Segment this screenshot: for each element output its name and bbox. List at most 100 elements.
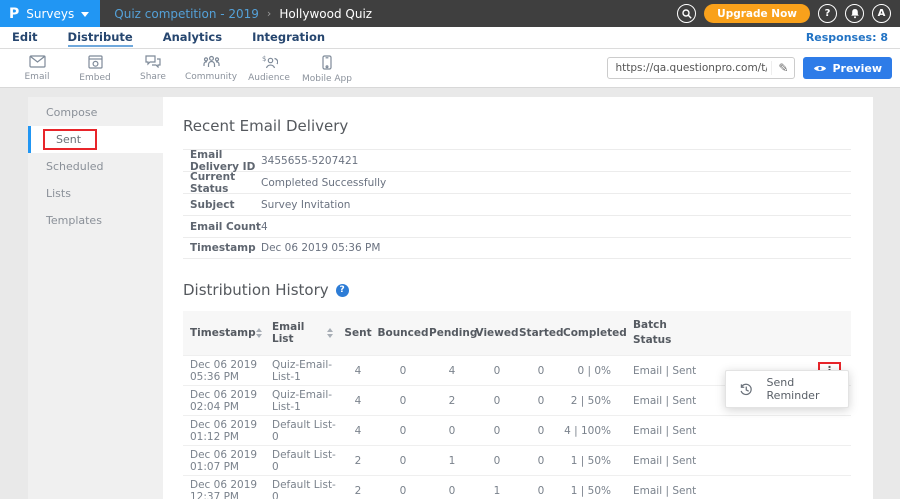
cell-value: 4 (355, 425, 362, 437)
sort-icon[interactable] (327, 328, 333, 338)
cell-timestamp: Dec 06 2019 01:12 PM (183, 419, 265, 443)
product-menu-label: Surveys (26, 7, 74, 21)
community-icon (203, 55, 220, 71)
cell-batch-status: Email | Sent (625, 425, 851, 437)
account-avatar[interactable]: A (872, 4, 891, 23)
cell-value: Email | Sent (633, 365, 696, 377)
send-reminder-menu-item[interactable]: Send Reminder (767, 376, 848, 402)
cell-value: Quiz-Email-List-1 (272, 389, 332, 413)
channel-label: Community (185, 72, 237, 82)
column-header-timestamp[interactable]: Timestamp (183, 327, 265, 339)
detail-label: Email Delivery ID (183, 149, 261, 173)
delivery-detail-row: Current StatusCompleted Successfully (183, 171, 851, 193)
cell-pending: 4 (429, 365, 475, 377)
cell-sent: 2 (339, 455, 377, 467)
cell-value: 0 (494, 395, 501, 407)
cell-value: Default List-0 (272, 419, 336, 443)
tab-analytics[interactable]: Analytics (163, 28, 222, 47)
distribution-table-row: Dec 06 2019 12:37 PMDefault List-0200101… (183, 475, 851, 499)
column-header-label: Bounced (377, 327, 428, 339)
survey-nav-items: Edit Distribute Analytics Integration (12, 28, 806, 47)
cell-batch-status: Email | Sent (625, 455, 851, 467)
cell-value: 2 (449, 395, 456, 407)
recent-delivery-title: Recent Email Delivery (183, 117, 851, 135)
breadcrumb: Quiz competition - 2019 › Hollywood Quiz (114, 7, 677, 21)
help-button[interactable]: ? (818, 4, 837, 23)
cell-value: 0 (538, 395, 545, 407)
sort-icon[interactable] (256, 328, 262, 338)
cell-value: 4 (355, 365, 362, 377)
tab-distribute[interactable]: Distribute (68, 28, 133, 47)
column-header-started: Started (519, 327, 563, 339)
column-header-viewed: Viewed (475, 327, 519, 339)
breadcrumb-survey-name: Hollywood Quiz (279, 7, 372, 21)
channel-audience[interactable]: $Audience (240, 53, 298, 84)
column-header-label: Batch Status (633, 318, 679, 347)
cell-viewed: 0 (475, 395, 519, 407)
cell-value: 1 | 50% (571, 455, 611, 467)
cell-timestamp: Dec 06 2019 02:04 PM (183, 389, 265, 413)
distribution-help-icon[interactable]: ? (336, 284, 349, 297)
delivery-detail-row: Email Count4 (183, 215, 851, 237)
sidebar-item-label: Templates (46, 214, 102, 227)
breadcrumb-folder-link[interactable]: Quiz competition - 2019 (114, 7, 259, 21)
cell-completed: 1 | 50% (563, 455, 625, 467)
tab-edit[interactable]: Edit (12, 28, 38, 47)
sidebar-item-lists[interactable]: Lists (28, 180, 163, 207)
tab-integration[interactable]: Integration (252, 28, 325, 47)
cell-bounced: 0 (377, 395, 429, 407)
cell-value: Email | Sent (633, 485, 696, 497)
responses-count[interactable]: Responses: 8 (806, 31, 888, 44)
survey-url-input[interactable] (608, 62, 771, 74)
channel-email[interactable]: Email (8, 53, 66, 84)
preview-button[interactable]: Preview (803, 57, 892, 79)
delivery-detail-row: Email Delivery ID3455655-5207421 (183, 149, 851, 171)
sidebar-item-label: Scheduled (46, 160, 104, 173)
cell-bounced: 0 (377, 485, 429, 497)
cell-sent: 4 (339, 395, 377, 407)
channel-community[interactable]: Community (182, 53, 240, 84)
distribution-table-header-row: TimestampEmail ListSentBouncedPendingVie… (183, 311, 851, 355)
detail-value: 3455655-5207421 (261, 155, 358, 167)
cell-value: Default List-0 (272, 449, 336, 473)
detail-value: 4 (261, 221, 268, 233)
cell-value: 2 (355, 455, 362, 467)
notifications-button[interactable] (845, 4, 864, 23)
cell-value: 0 (449, 485, 456, 497)
channel-share[interactable]: Share (124, 53, 182, 84)
cell-value: 0 (494, 365, 501, 377)
distribute-toolbar: EmailEmbedShareCommunity$AudienceMobile … (0, 49, 900, 88)
sidebar-item-scheduled[interactable]: Scheduled (28, 153, 163, 180)
column-header-pending: Pending (429, 327, 475, 339)
sidebar-item-sent[interactable]: Sent (28, 126, 163, 153)
sidebar-item-label: Lists (46, 187, 71, 200)
main-panel: Recent Email Delivery Email Delivery ID3… (163, 97, 873, 499)
cell-viewed: 0 (475, 425, 519, 437)
cell-sent: 4 (339, 425, 377, 437)
channel-embed[interactable]: Embed (66, 53, 124, 84)
cell-bounced: 0 (377, 425, 429, 437)
cell-email-list: Default List-0 (265, 479, 339, 499)
cell-value: 4 (449, 365, 456, 377)
upgrade-now-button[interactable]: Upgrade Now (704, 4, 810, 23)
cell-value: Quiz-Email-List-1 (272, 359, 332, 383)
distribution-table-row: Dec 06 2019 01:07 PMDefault List-0201001… (183, 445, 851, 475)
cell-value: 1 (449, 455, 456, 467)
edit-url-pencil-icon[interactable]: ✎ (771, 61, 794, 75)
channel-mobile-app[interactable]: Mobile App (298, 53, 356, 84)
surveys-product-menu[interactable]: P Surveys (0, 0, 100, 27)
search-button[interactable] (677, 4, 696, 23)
cell-value: 0 (494, 455, 501, 467)
column-header-email-list[interactable]: Email List (265, 321, 339, 345)
cell-viewed: 1 (475, 485, 519, 497)
column-header-label: Viewed (476, 327, 519, 339)
cell-timestamp: Dec 06 2019 12:37 PM (183, 479, 265, 499)
cell-value: 0 (538, 365, 545, 377)
sidebar-item-templates[interactable]: Templates (28, 207, 163, 234)
sidebar-item-compose[interactable]: Compose (28, 99, 163, 126)
cell-viewed: 0 (475, 455, 519, 467)
cell-value: 0 (494, 425, 501, 437)
cell-value: Dec 06 2019 01:07 PM (190, 449, 257, 473)
detail-label: Email Count (183, 221, 261, 233)
cell-started: 0 (519, 395, 563, 407)
